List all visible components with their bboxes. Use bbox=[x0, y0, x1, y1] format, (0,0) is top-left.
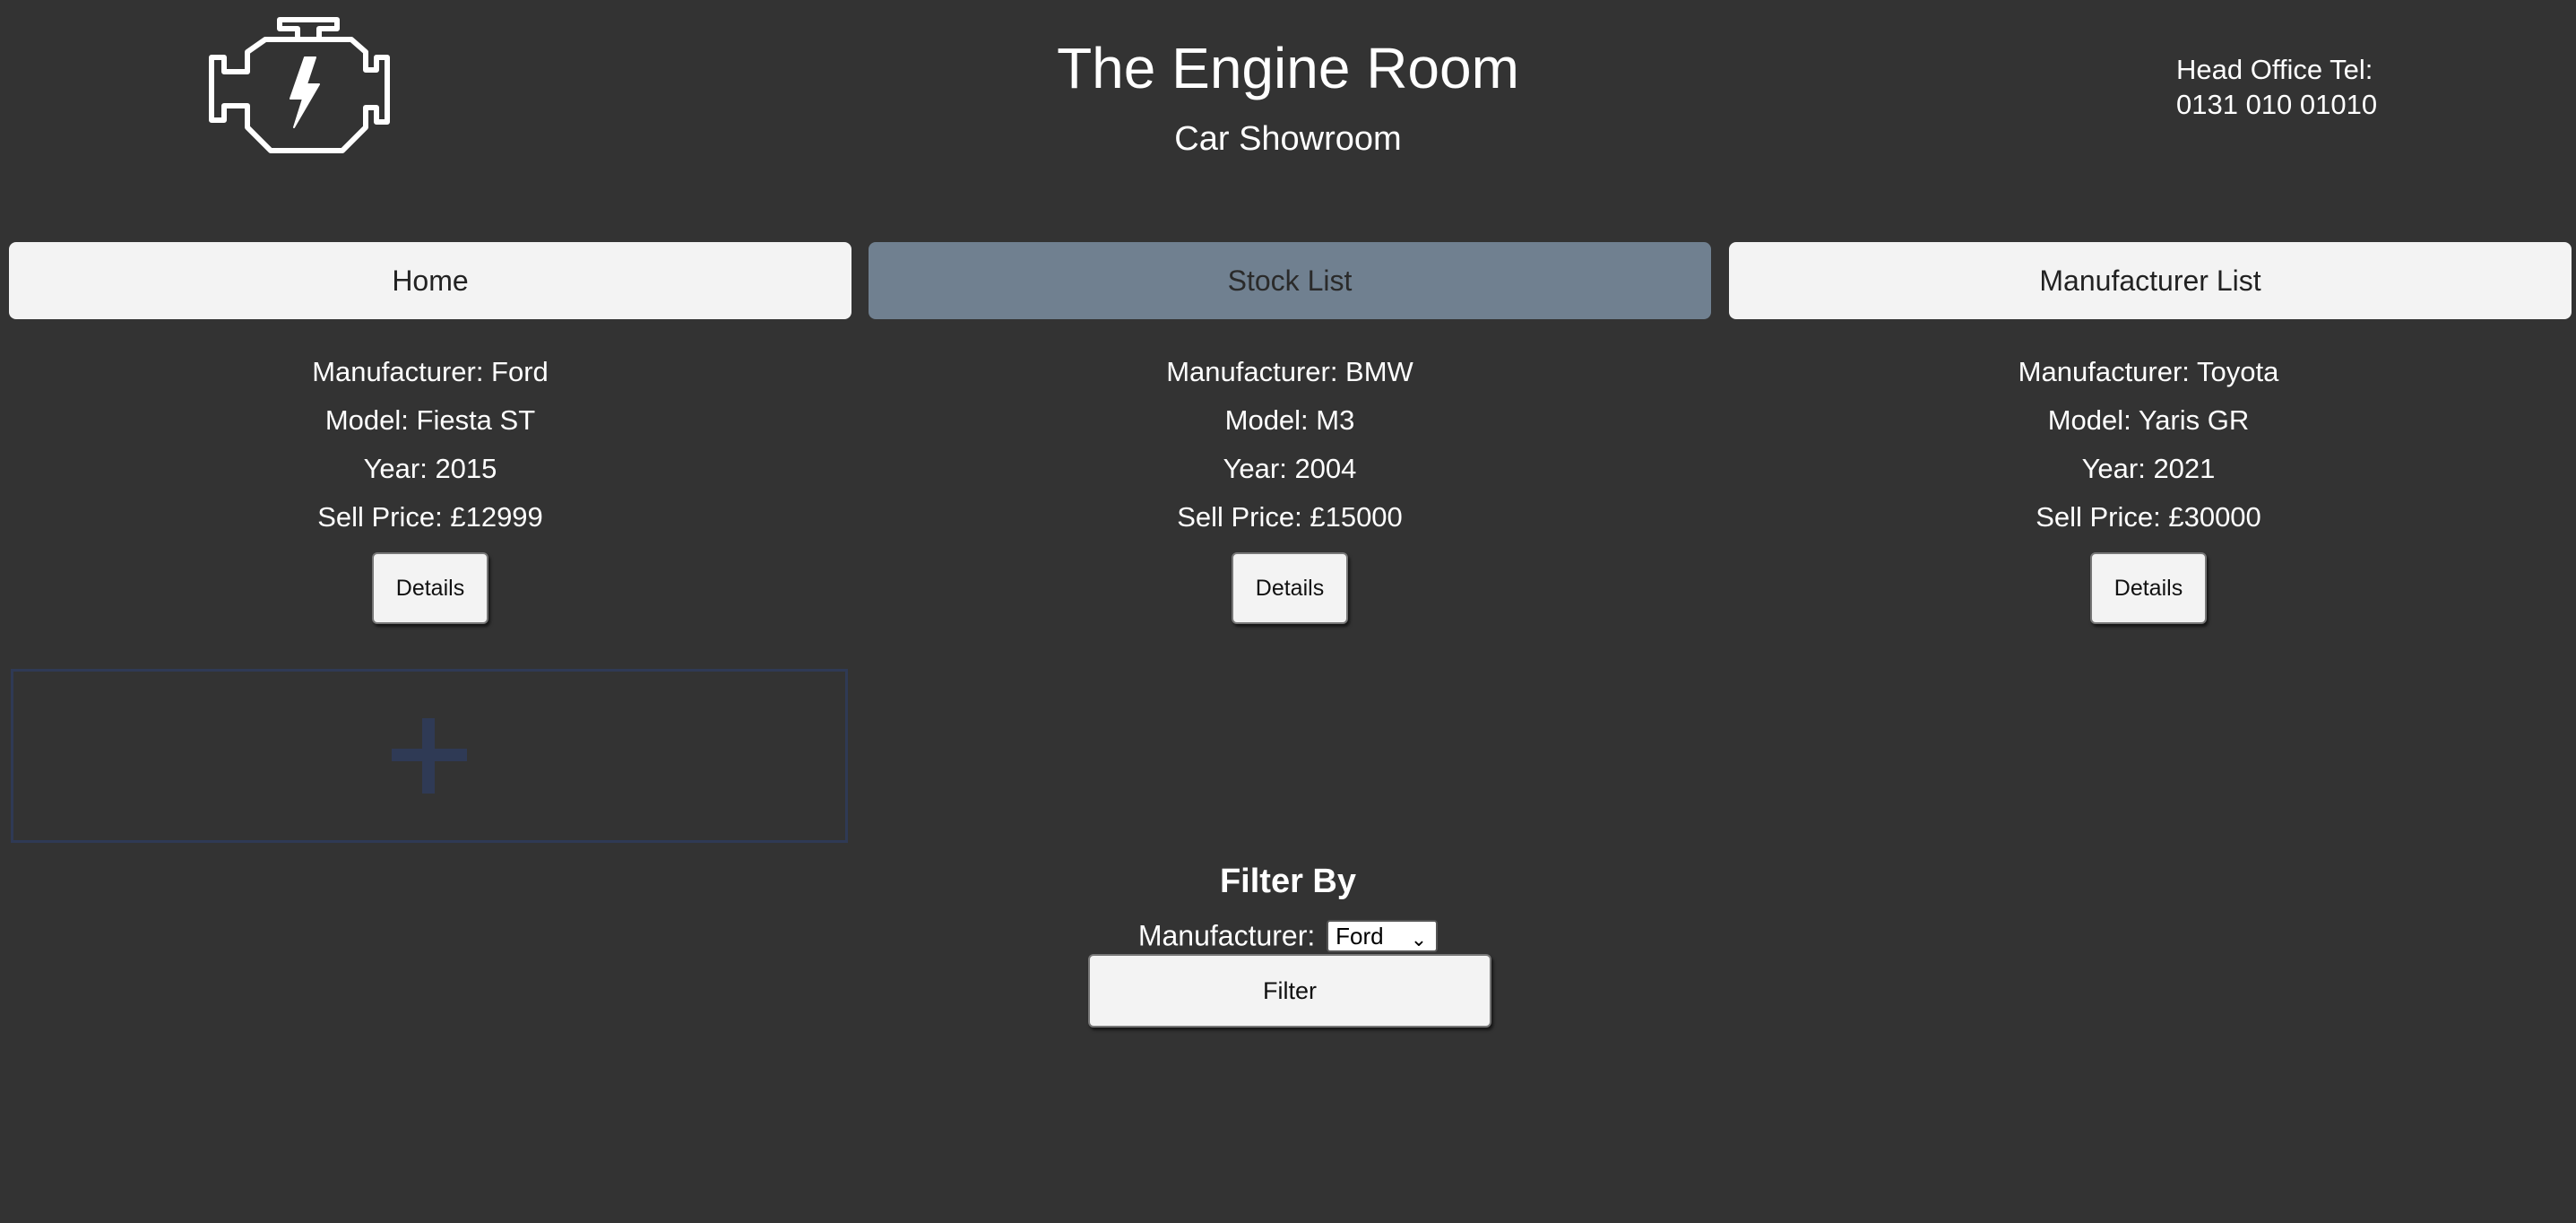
car-price: Sell Price: £30000 bbox=[2036, 501, 2261, 533]
chevron-down-icon: ⌄ bbox=[1410, 927, 1428, 950]
site-subtitle: Car Showroom bbox=[1174, 120, 1402, 158]
filter-row: Manufacturer: Ford ⌄ bbox=[0, 915, 2576, 955]
car-card-ford: Manufacturer: Ford Model: Fiesta ST Year… bbox=[9, 348, 851, 624]
car-price: Sell Price: £12999 bbox=[317, 501, 543, 533]
nav-manufacturer-list-button[interactable]: Manufacturer List bbox=[1729, 242, 2572, 319]
head-office-phone: 0131 010 01010 bbox=[2176, 89, 2378, 120]
details-button[interactable]: Details bbox=[372, 552, 488, 624]
filter-button[interactable]: Filter bbox=[1088, 954, 1491, 1028]
page: The Engine Room Car Showroom Head Office… bbox=[0, 0, 2576, 1223]
nav-stock-list-button[interactable]: Stock List bbox=[869, 242, 1711, 319]
manufacturer-filter-label: Manufacturer: bbox=[1137, 919, 1316, 952]
car-card-bmw: Manufacturer: BMW Model: M3 Year: 2004 S… bbox=[869, 348, 1711, 624]
filter-title: Filter By bbox=[1219, 863, 1357, 900]
car-manufacturer: Manufacturer: Toyota bbox=[2018, 356, 2279, 387]
plus-icon bbox=[392, 718, 467, 794]
manufacturer-select[interactable]: Ford ⌄ bbox=[1327, 919, 1439, 952]
car-year: Year: 2004 bbox=[1223, 453, 1357, 484]
head-office-contact: Head Office Tel: 0131 010 01010 bbox=[2176, 52, 2377, 122]
head-office-label: Head Office Tel: bbox=[2176, 54, 2373, 85]
add-car-button[interactable] bbox=[11, 669, 848, 843]
car-manufacturer: Manufacturer: Ford bbox=[312, 356, 549, 387]
details-button[interactable]: Details bbox=[1232, 552, 1348, 624]
car-year: Year: 2015 bbox=[363, 453, 497, 484]
car-year: Year: 2021 bbox=[2081, 453, 2216, 484]
manufacturer-select-value: Ford bbox=[1336, 922, 1384, 950]
car-model: Model: Fiesta ST bbox=[324, 404, 536, 436]
car-manufacturer: Manufacturer: BMW bbox=[1166, 356, 1413, 387]
details-button[interactable]: Details bbox=[2090, 552, 2207, 624]
car-model: Model: Yaris GR bbox=[2047, 404, 2250, 436]
car-model: Model: M3 bbox=[1224, 404, 1355, 436]
nav-home-button[interactable]: Home bbox=[9, 242, 851, 319]
car-price: Sell Price: £15000 bbox=[1177, 501, 1403, 533]
car-card-toyota: Manufacturer: Toyota Model: Yaris GR Yea… bbox=[1727, 348, 2570, 624]
